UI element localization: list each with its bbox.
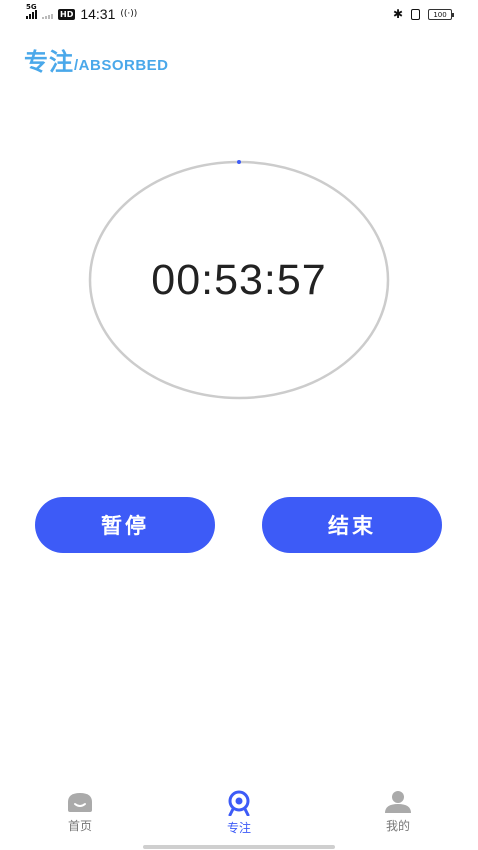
- pause-button[interactable]: 暂停: [35, 497, 215, 553]
- signal-icon: 5G: [26, 3, 37, 19]
- page-header: 专注 /ABSORBED: [24, 42, 169, 77]
- network-type: 5G: [26, 3, 37, 11]
- nav-label-home: 首页: [67, 819, 92, 833]
- signal-secondary-icon: [42, 9, 53, 19]
- user-icon: [385, 791, 411, 813]
- nav-item-mine[interactable]: 我的: [358, 790, 438, 834]
- status-time: 14:31: [80, 6, 116, 22]
- hd-badge: HD: [58, 8, 76, 20]
- hotspot-icon: ((·)): [120, 9, 138, 19]
- home-indicator[interactable]: [143, 845, 335, 849]
- page-subtitle: /ABSORBED: [74, 57, 169, 74]
- vibrate-icon: [411, 8, 420, 20]
- nav-item-focus[interactable]: 专注: [199, 790, 279, 836]
- nav-item-home[interactable]: 首页: [40, 790, 120, 834]
- timer-display: 00:53:57: [151, 255, 327, 304]
- status-right: ✱ 100: [392, 7, 454, 21]
- status-left: 5G HD 14:31 ((·)): [26, 3, 138, 22]
- status-bar: 5G HD 14:31 ((·)) ✱ 100: [0, 0, 478, 30]
- battery-icon: 100: [428, 8, 454, 20]
- nav-label-focus: 专注: [226, 821, 251, 835]
- home-icon: [68, 793, 92, 812]
- bottom-nav: 首页 专注 我的: [0, 790, 478, 850]
- end-button[interactable]: 结束: [262, 497, 442, 553]
- page-title: 专注: [24, 48, 74, 76]
- focus-icon: [228, 790, 250, 816]
- bluetooth-icon: ✱: [392, 7, 403, 21]
- nav-label-mine: 我的: [385, 819, 410, 833]
